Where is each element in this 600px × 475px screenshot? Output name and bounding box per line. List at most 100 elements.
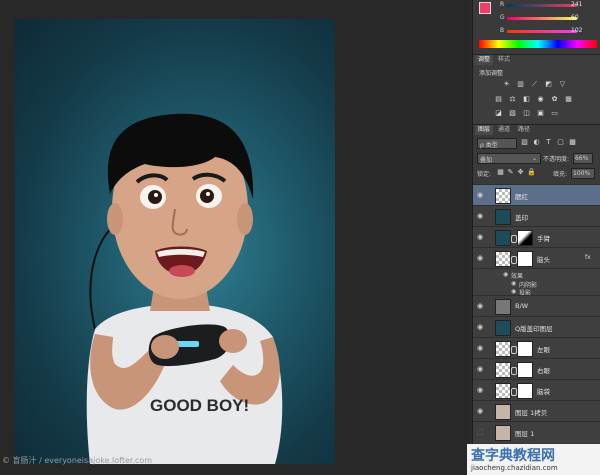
lock-pixels-icon[interactable]: ✎ [507, 169, 514, 176]
layer-mask-thumbnail[interactable] [517, 251, 533, 267]
curves-icon[interactable]: ⟋ [531, 81, 538, 88]
gradient-map-icon[interactable]: ▭ [551, 110, 558, 117]
layer-row[interactable]: ◉ Q版盖印图层 [473, 316, 600, 338]
threshold-icon[interactable]: ◫ [523, 110, 530, 117]
r-value[interactable]: 241 [571, 1, 582, 8]
effects-label: 效果 [511, 273, 524, 280]
layer-row[interactable]: ◉ 腮红 [473, 184, 600, 206]
invert-icon[interactable]: ◪ [495, 110, 502, 117]
fx-badge[interactable]: fx [585, 254, 591, 261]
smart-object-filter-icon[interactable]: ▩ [569, 139, 576, 146]
color-lookup-icon[interactable]: ▦ [565, 96, 572, 103]
layer-row[interactable]: ◉ 脑头 fx [473, 247, 600, 269]
effects-eye-icon[interactable]: ◉ [503, 271, 508, 278]
layer-row[interactable]: ◉ 左眼 [473, 337, 600, 359]
photo-artwork: GOOD BOY! [86, 113, 283, 464]
layer-row[interactable]: ◉ B/W [473, 295, 600, 317]
channel-mixer-icon[interactable]: ✿ [551, 96, 558, 103]
b-slider[interactable] [507, 30, 577, 33]
layer-effects-group: ◉ 效果 ◉ 内阴影 ◉ 投影 [473, 268, 600, 297]
eye-icon[interactable]: ▢ [477, 429, 484, 436]
vibrance-icon[interactable]: ▽ [559, 81, 566, 88]
adjustment-filter-icon[interactable]: ◐ [533, 139, 540, 146]
layer-row[interactable]: ◉ 脑袋 [473, 379, 600, 401]
fill-input[interactable]: 100% [571, 168, 595, 179]
eye-icon[interactable]: ◉ [477, 255, 484, 262]
layer-name[interactable]: 脑袋 [537, 386, 550, 396]
layer-mask-thumbnail[interactable] [517, 362, 533, 378]
levels-icon[interactable]: ▥ [517, 81, 524, 88]
layer-name[interactable]: 图层 1 [515, 428, 534, 438]
layer-name[interactable]: 左眼 [537, 344, 550, 354]
tab-paths[interactable]: 路径 [515, 125, 533, 135]
layer-mask-thumbnail[interactable] [517, 341, 533, 357]
eye-icon[interactable]: ◉ [477, 324, 484, 331]
eye-icon[interactable]: ◉ [477, 192, 484, 199]
inner-shadow-eye-icon[interactable]: ◉ [511, 280, 516, 287]
layer-name[interactable]: Q版盖印图层 [515, 323, 553, 333]
eye-icon[interactable]: ◉ [477, 213, 484, 220]
fill-value: 100% [573, 170, 591, 177]
layer-name[interactable]: 图层 1拷贝 [515, 407, 547, 417]
tab-styles[interactable]: 样式 [495, 55, 513, 65]
layer-mask-thumbnail[interactable] [517, 230, 533, 246]
opacity-label: 不透明度: [543, 156, 570, 163]
eye-icon[interactable]: ◉ [477, 408, 484, 415]
watermark-title: 查字典教程网 [471, 448, 555, 464]
b-value[interactable]: 102 [571, 27, 582, 34]
tab-adjustments[interactable]: 调整 [475, 55, 494, 65]
selective-color-icon[interactable]: ▣ [537, 110, 544, 117]
chevron-down-icon: ⌄ [532, 155, 538, 162]
lock-all-icon[interactable]: 🔒 [527, 169, 536, 176]
g-slider[interactable] [507, 17, 577, 20]
eye-icon[interactable]: ◉ [477, 303, 484, 310]
layer-row[interactable]: ◉ 右眼 [473, 358, 600, 380]
layer-row[interactable]: ◉ 盖印 [473, 205, 600, 227]
opacity-input[interactable]: 66% [573, 153, 593, 164]
posterize-icon[interactable]: ▧ [509, 110, 516, 117]
photo-filter-icon[interactable]: ◉ [537, 96, 544, 103]
shirt-text: GOOD BOY! [150, 396, 249, 415]
layer-name[interactable]: 腮红 [515, 191, 528, 201]
layer-filter-select[interactable]: ρ 类型 [477, 138, 517, 149]
layer-name[interactable]: 盖印 [515, 212, 528, 222]
color-balance-icon[interactable]: ⚖ [509, 96, 516, 103]
layer-thumbnail [495, 425, 511, 441]
adjustments-heading: 添加调整 [479, 70, 504, 77]
eye-icon[interactable]: ◉ [477, 387, 484, 394]
tab-channels[interactable]: 通道 [495, 125, 513, 135]
r-slider[interactable] [507, 4, 577, 7]
brightness-icon[interactable]: ☀ [503, 81, 510, 88]
layer-name[interactable]: 右眼 [537, 365, 550, 375]
eye-icon[interactable]: ◉ [477, 345, 484, 352]
filter-label: ρ 类型 [480, 142, 498, 149]
lock-transparent-icon[interactable]: ▦ [497, 169, 504, 176]
layer-row[interactable]: ◉ 手臂 [473, 226, 600, 248]
exposure-icon[interactable]: ◩ [545, 81, 552, 88]
shape-filter-icon[interactable]: ▢ [557, 139, 564, 146]
blend-mode-select[interactable]: 叠加 ⌄ [477, 153, 541, 164]
spectrum-bar[interactable] [479, 40, 597, 48]
layer-name[interactable]: B/W [515, 302, 528, 310]
layer-row[interactable]: ◉ 图层 1拷贝 [473, 400, 600, 422]
photo-credit: © 盲肠汁 / everyoneisajoke.lofter.com [2, 456, 153, 465]
tab-layers[interactable]: 图层 [475, 125, 494, 135]
pixel-filter-icon[interactable]: ▨ [521, 139, 528, 146]
eye-icon[interactable]: ◉ [477, 234, 484, 241]
layer-list: ◉ 腮红 ◉ 盖印 ◉ 手臂 ◉ 脑头 fx ◉ 效果 ◉ 内阴影 ◉ 投影 ◉… [473, 184, 600, 444]
layer-name[interactable]: 手臂 [537, 233, 550, 243]
layer-mask-thumbnail[interactable] [517, 383, 533, 399]
type-filter-icon[interactable]: T [545, 139, 552, 146]
document-canvas[interactable]: GOOD BOY! [15, 19, 335, 464]
hue-saturation-icon[interactable]: ▤ [495, 96, 502, 103]
layer-row[interactable]: ▢ 图层 1 [473, 421, 600, 443]
drop-shadow-eye-icon[interactable]: ◉ [511, 288, 516, 295]
eye-icon[interactable]: ◉ [477, 366, 484, 373]
layer-thumbnail [495, 320, 511, 336]
foreground-swatch[interactable] [479, 2, 491, 14]
lock-position-icon[interactable]: ✥ [517, 169, 524, 176]
opacity-value: 66% [575, 155, 589, 162]
black-white-icon[interactable]: ◧ [523, 96, 530, 103]
g-value[interactable]: 60 [571, 14, 579, 21]
layer-name[interactable]: 脑头 [537, 254, 550, 264]
